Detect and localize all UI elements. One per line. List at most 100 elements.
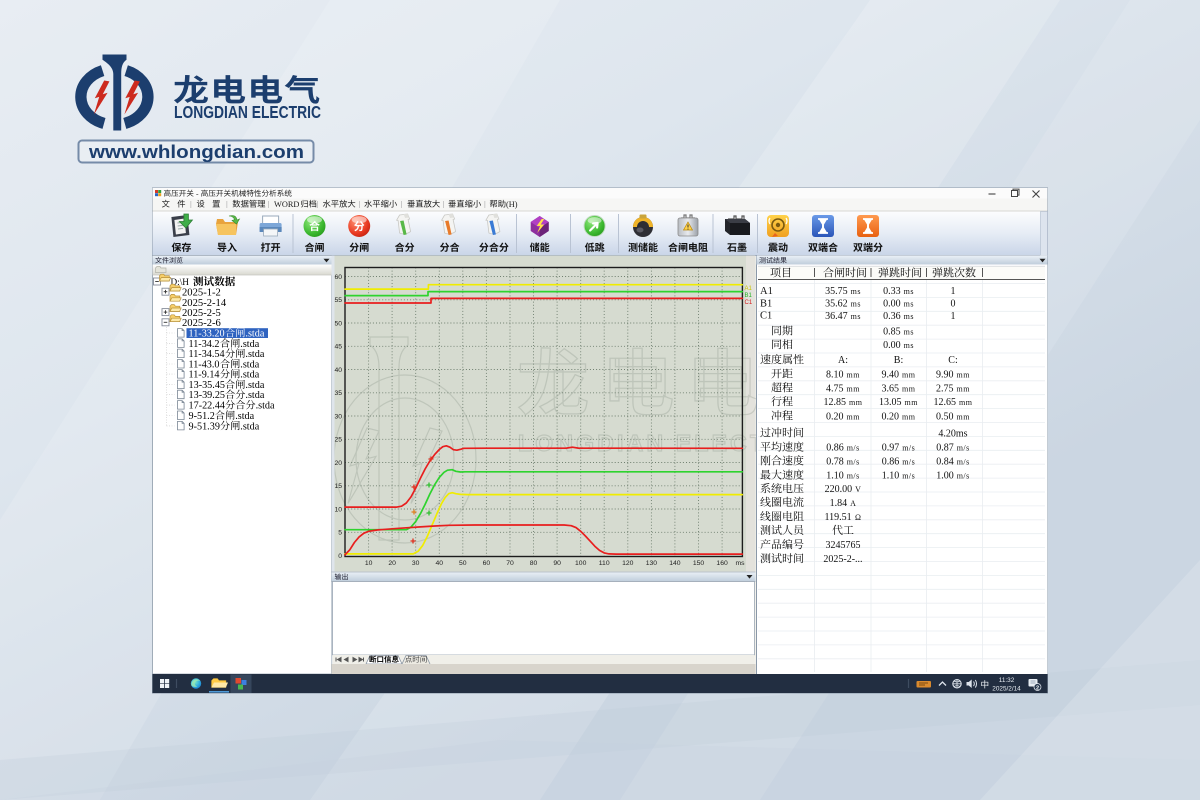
svg-text:2025-2-...: 2025-2-...	[823, 554, 862, 565]
svg-text:ms: ms	[904, 300, 914, 309]
svg-text:m/s: m/s	[902, 457, 915, 466]
svg-text:0.00: 0.00	[883, 340, 901, 351]
svg-text:8.10: 8.10	[826, 369, 844, 380]
svg-text:0.86: 0.86	[826, 443, 844, 454]
svg-text:0.86: 0.86	[882, 456, 900, 467]
svg-text:C1: C1	[760, 311, 772, 322]
svg-text:m/s: m/s	[957, 444, 970, 453]
svg-text:35: 35	[334, 390, 342, 397]
svg-text:B1: B1	[745, 293, 753, 299]
svg-text:2025/2/14: 2025/2/14	[992, 685, 1021, 692]
svg-text:WORD: WORD	[274, 200, 299, 209]
svg-text:mm: mm	[849, 398, 863, 407]
svg-text:15: 15	[334, 483, 342, 490]
svg-text:13-39.25: 13-39.25	[189, 390, 226, 401]
svg-text:160: 160	[716, 560, 728, 567]
svg-text:mm: mm	[902, 370, 916, 379]
svg-text:2.75: 2.75	[936, 383, 954, 394]
svg-text:A: A	[850, 499, 856, 508]
svg-text:13.05: 13.05	[879, 397, 902, 408]
svg-text:ms: ms	[904, 341, 914, 350]
svg-text:www.whlongdian.com: www.whlongdian.com	[88, 142, 304, 162]
svg-text:220.00: 220.00	[825, 484, 853, 495]
svg-text:60: 60	[483, 560, 491, 567]
svg-text:9-51.39: 9-51.39	[189, 421, 220, 432]
svg-text:0: 0	[338, 553, 342, 560]
svg-text:0.33: 0.33	[883, 286, 901, 297]
svg-text:LONGDIAN ELECTRIC: LONGDIAN ELECTRIC	[174, 102, 321, 122]
svg-text:9.40: 9.40	[882, 369, 900, 380]
svg-text:120: 120	[622, 560, 634, 567]
svg-text:9.90: 9.90	[936, 369, 954, 380]
svg-text:ms: ms	[851, 287, 861, 296]
svg-text:50: 50	[459, 560, 467, 567]
svg-text:0.85: 0.85	[883, 326, 901, 337]
svg-text:ms: ms	[904, 287, 914, 296]
svg-text:m/s: m/s	[957, 472, 970, 481]
svg-text:.stda: .stda	[256, 401, 275, 412]
svg-text:A1: A1	[760, 286, 773, 297]
svg-text:2: 2	[1036, 685, 1039, 691]
svg-text:40: 40	[334, 367, 342, 374]
svg-text:55: 55	[334, 297, 342, 304]
svg-text:5: 5	[338, 530, 342, 537]
svg-text:70: 70	[506, 560, 514, 567]
svg-text:A:: A:	[838, 355, 848, 366]
svg-text:V: V	[855, 485, 861, 494]
svg-text:mm: mm	[902, 412, 916, 421]
svg-text:25: 25	[334, 437, 342, 444]
svg-text:m/s: m/s	[957, 457, 970, 466]
svg-text:0.00: 0.00	[883, 299, 901, 310]
svg-text:10: 10	[365, 560, 373, 567]
svg-text:50: 50	[334, 320, 342, 327]
svg-text:0: 0	[951, 299, 956, 310]
svg-text:mm: mm	[902, 384, 916, 393]
svg-text:4.75: 4.75	[826, 383, 844, 394]
svg-text:3245765: 3245765	[826, 540, 861, 551]
svg-text:119.51: 119.51	[825, 512, 852, 523]
svg-text:60: 60	[334, 274, 342, 281]
svg-text:mm: mm	[957, 370, 971, 379]
svg-text:3.65: 3.65	[882, 383, 900, 394]
svg-text:.stda: .stda	[240, 421, 259, 432]
svg-text:9-51.2: 9-51.2	[189, 411, 215, 422]
svg-text:140: 140	[669, 560, 681, 567]
svg-text:110: 110	[599, 560, 610, 567]
svg-text:20: 20	[334, 460, 342, 467]
svg-text:11-34.54: 11-34.54	[189, 349, 225, 360]
svg-text:150: 150	[693, 560, 705, 567]
svg-text:10: 10	[334, 506, 342, 513]
svg-text:1: 1	[951, 311, 956, 322]
svg-text:0.50: 0.50	[936, 411, 954, 422]
svg-text:11-9.14: 11-9.14	[189, 370, 220, 381]
svg-text:4.20ms: 4.20ms	[938, 428, 967, 439]
svg-text:Ω: Ω	[855, 513, 861, 522]
svg-text:0.36: 0.36	[883, 311, 901, 322]
svg-text:17-22.44: 17-22.44	[189, 401, 226, 412]
svg-text:1.10: 1.10	[826, 471, 844, 482]
svg-text:12.85: 12.85	[824, 397, 847, 408]
svg-text:C1: C1	[745, 300, 753, 306]
svg-text:30: 30	[334, 413, 342, 420]
svg-text:mm: mm	[847, 384, 861, 393]
svg-text:m/s: m/s	[847, 457, 860, 466]
svg-text:130: 130	[646, 560, 658, 567]
svg-text:35.62: 35.62	[825, 299, 848, 310]
svg-text:mm: mm	[957, 412, 971, 421]
svg-text:A1: A1	[745, 286, 753, 292]
svg-text:11:32: 11:32	[999, 677, 1015, 684]
svg-text:B:: B:	[894, 355, 903, 366]
svg-text:1.00: 1.00	[936, 471, 954, 482]
svg-text:ms: ms	[904, 327, 914, 336]
svg-text:.stda: .stda	[245, 349, 264, 360]
svg-text:45: 45	[334, 344, 342, 351]
svg-text:80: 80	[530, 560, 538, 567]
svg-text:B1: B1	[760, 298, 772, 309]
svg-text:0.20: 0.20	[826, 411, 844, 422]
svg-text:12.65: 12.65	[934, 397, 957, 408]
svg-text:ms: ms	[904, 312, 914, 321]
svg-text:30: 30	[412, 560, 420, 567]
svg-text:mm: mm	[959, 398, 973, 407]
svg-text:35.75: 35.75	[825, 286, 848, 297]
svg-text:C:: C:	[948, 355, 957, 366]
